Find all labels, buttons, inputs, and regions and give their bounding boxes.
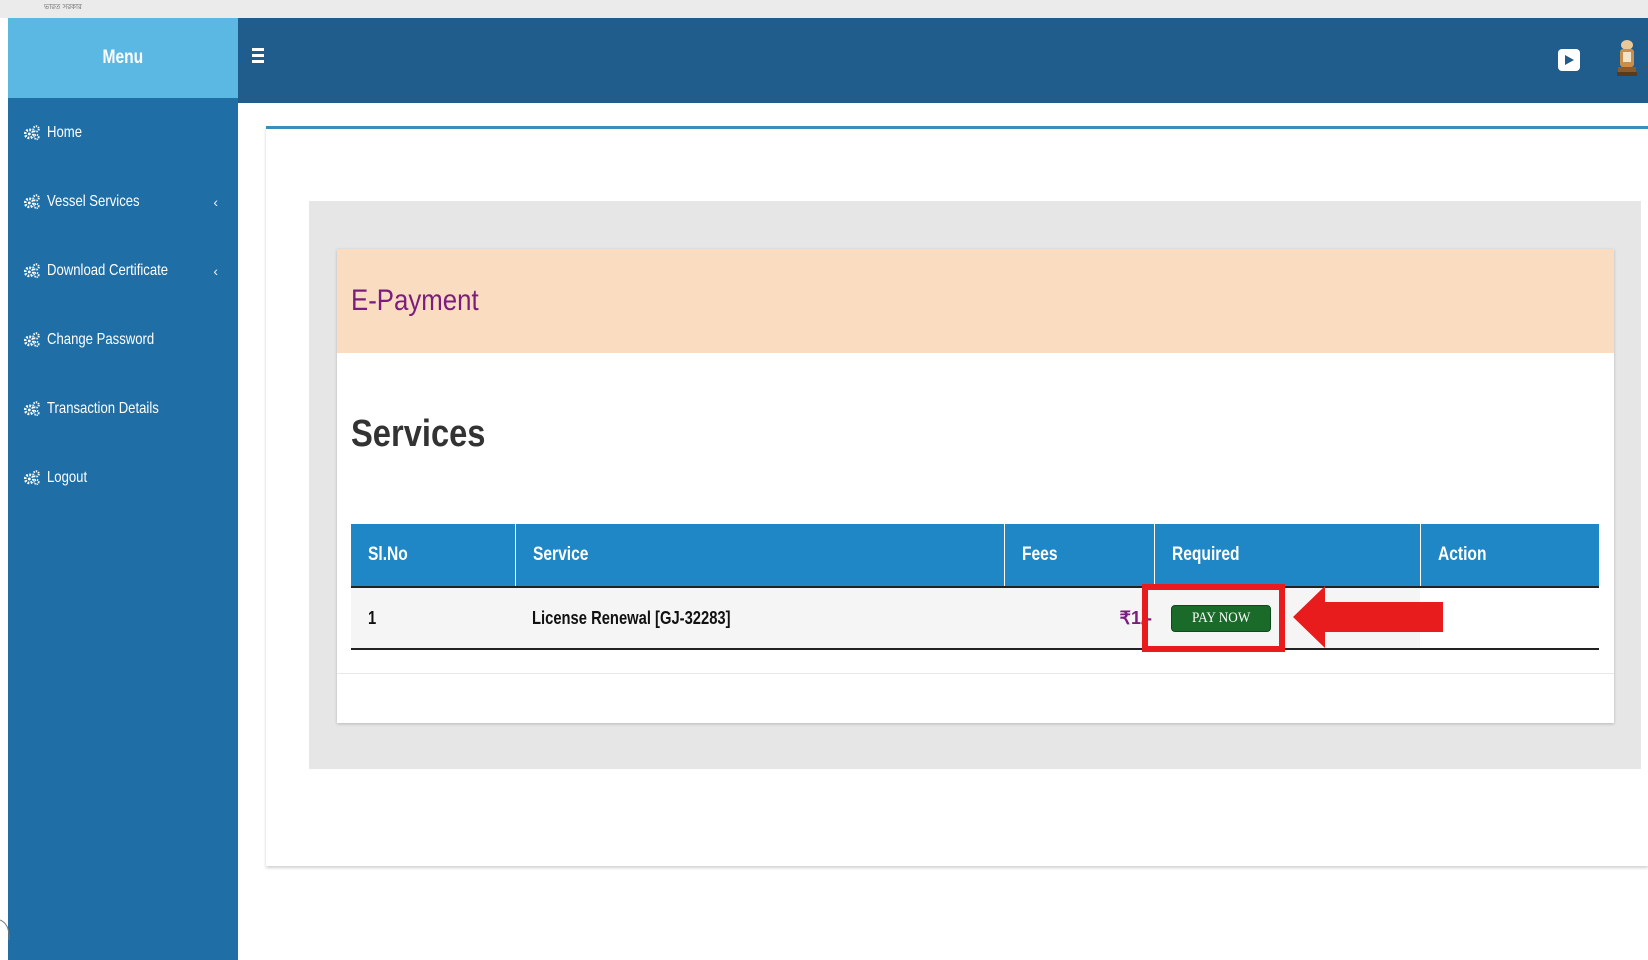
epayment-card: E-Payment Services Sl.No Service Fees Re… [337,249,1614,723]
chevron-left-icon: ‹ [213,193,218,210]
col-header-slno: Sl.No [351,524,516,587]
card-header: E-Payment [337,249,1614,353]
sidebar-nav: Home Vessel Services ‹ Download Certific… [8,98,238,512]
browser-top-strip: ভারত সরকার [0,0,1648,18]
services-heading: Services [351,413,486,455]
red-arrow-annotation-icon [1293,586,1443,648]
corner-decoration [0,919,10,941]
sidebar-header: Menu [8,18,238,98]
hamburger-icon[interactable] [252,48,264,64]
sidebar-item-logout[interactable]: Logout [8,443,238,512]
chevron-left-icon: ‹ [213,262,218,279]
col-header-action: Action [1420,524,1599,587]
col-header-fees: Fees [1004,524,1155,587]
table-header-row: Sl.No Service Fees Required Action [351,524,1599,587]
gears-icon [23,193,40,209]
cell-action [1420,586,1599,650]
cell-fees: ₹1/- [1004,586,1154,650]
sidebar-item-label: Transaction Details [47,399,159,417]
emblem-avatar-icon[interactable] [1613,38,1641,78]
gears-icon [23,262,40,278]
card-title: E-Payment [351,284,479,317]
pay-now-button[interactable]: PAY NOW [1171,604,1272,632]
sidebar-item-home[interactable]: Home [8,98,238,167]
gears-icon [23,124,40,140]
gears-icon [23,469,40,485]
sidebar-item-label: Home [47,123,83,141]
sidebar-title: Menu [102,47,144,68]
top-strip-text: ভারত সরকার [44,3,82,11]
col-header-required: Required [1154,524,1421,587]
sidebar-item-transaction-details[interactable]: Transaction Details [8,374,238,443]
gears-icon [23,400,40,416]
sidebar-item-label: Download Certificate [47,261,169,279]
gears-icon [23,331,40,347]
play-icon[interactable] [1558,49,1580,71]
card-footer-divider [337,673,1614,674]
sidebar: Menu Home Vessel Services ‹ Download Cer… [8,18,238,960]
sidebar-item-label: Vessel Services [47,192,140,210]
cell-slno: 1 [351,586,515,650]
sidebar-item-label: Logout [47,468,88,486]
sidebar-item-label: Change Password [47,330,155,348]
sidebar-item-vessel-services[interactable]: Vessel Services ‹ [8,167,238,236]
cell-service: License Renewal [GJ-32283] [515,586,1004,650]
sidebar-item-download-certificate[interactable]: Download Certificate ‹ [8,236,238,305]
col-header-service: Service [515,524,1005,587]
sidebar-item-change-password[interactable]: Change Password [8,305,238,374]
top-navbar [238,18,1648,103]
